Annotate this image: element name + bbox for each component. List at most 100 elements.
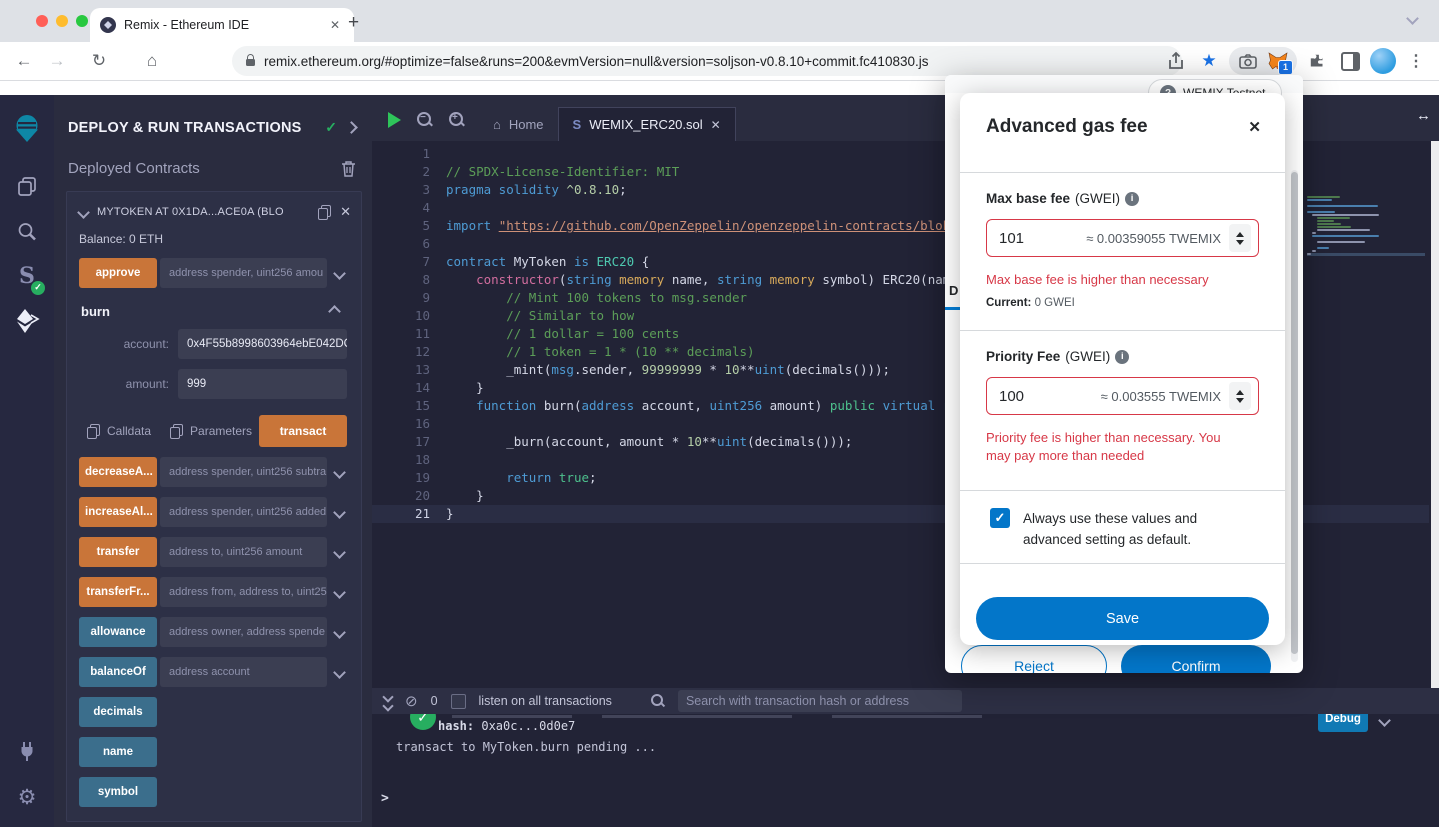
tab-close-icon[interactable]: ✕ — [711, 118, 721, 132]
transact-button[interactable]: transact — [259, 415, 347, 447]
priority-fee-input[interactable]: 100 ≈ 0.003555 TWEMIX — [986, 377, 1259, 415]
contract-function-row: name — [79, 737, 351, 767]
editor-minimap[interactable] — [1307, 193, 1425, 256]
editor-scrollbar[interactable] — [1431, 141, 1439, 688]
function-args-input[interactable]: address account — [160, 657, 327, 687]
expand-chevron-icon[interactable] — [327, 508, 351, 517]
save-button[interactable]: Save — [976, 597, 1269, 640]
run-script-play-icon[interactable] — [388, 112, 401, 128]
settings-gear-icon[interactable]: ⚙ — [0, 785, 54, 810]
function-transferFr-button[interactable]: transferFr... — [79, 577, 157, 607]
terminal-expand-icon[interactable] — [384, 693, 392, 710]
screenshot-extension-icon[interactable] — [1235, 48, 1261, 74]
priority-fee-stepper[interactable] — [1229, 382, 1251, 410]
terminal-prompt[interactable]: > — [381, 791, 389, 806]
expand-chevron-icon[interactable] — [327, 468, 351, 477]
amount-field-input[interactable]: 999 — [178, 369, 347, 399]
confirm-button[interactable]: Confirm — [1121, 645, 1271, 673]
copy-parameters-icon[interactable] — [170, 424, 183, 439]
parameters-label[interactable]: Parameters — [190, 424, 252, 438]
new-tab-button[interactable]: + — [348, 12, 359, 34]
window-zoom-button[interactable] — [76, 15, 88, 27]
info-icon[interactable]: i — [1125, 192, 1139, 206]
tab-search-chevron-icon[interactable] — [1408, 10, 1417, 28]
default-setting-checkbox[interactable]: ✓ — [990, 508, 1010, 528]
function-increaseAl-button[interactable]: increaseAl... — [79, 497, 157, 527]
tx-hash-line[interactable]: hash: 0xa0c...0d0e7 — [438, 719, 575, 733]
max-base-fee-input[interactable]: 101 ≈ 0.00359055 TWEMIX — [986, 219, 1259, 257]
side-panel-icon[interactable] — [1337, 48, 1363, 74]
remove-contract-icon[interactable]: ✕ — [340, 204, 351, 220]
function-args-input[interactable]: address spender, uint256 added — [160, 497, 327, 527]
metamask-extension-icon[interactable]: 1 — [1265, 48, 1291, 74]
url-bar[interactable]: remix.ethereum.org/#optimize=false&runs=… — [232, 46, 1182, 76]
extensions-puzzle-icon[interactable] — [1304, 48, 1330, 74]
clear-console-icon[interactable]: ⊘ — [405, 692, 418, 710]
back-button[interactable]: ← — [12, 51, 36, 71]
approve-expand-chevron-icon[interactable] — [327, 269, 351, 278]
resize-horizontal-icon[interactable]: ↔ — [1416, 107, 1431, 124]
remix-logo-icon[interactable] — [0, 113, 54, 145]
terminal-toolbar: ⊘ 0 listen on all transactions Search wi… — [372, 688, 1439, 714]
share-icon[interactable] — [1163, 48, 1189, 74]
function-decreaseA-button[interactable]: decreaseA... — [79, 457, 157, 487]
function-approve-button[interactable]: approve — [79, 258, 157, 288]
function-name-button[interactable]: name — [79, 737, 157, 767]
copy-calldata-icon[interactable] — [87, 424, 100, 439]
tab-wemix-erc20[interactable]: S WEMIX_ERC20.sol ✕ — [558, 107, 736, 141]
function-transfer-button[interactable]: transfer — [79, 537, 157, 567]
tab-home[interactable]: ⌂ Home — [479, 108, 558, 141]
forward-button[interactable]: → — [45, 51, 69, 71]
reload-button[interactable]: ↻ — [87, 51, 111, 71]
log-expand-chevron-icon[interactable] — [1380, 712, 1389, 730]
account-field-input[interactable]: 0x4F55b8998603964ebE042DC — [178, 329, 347, 359]
expand-chevron-icon[interactable] — [327, 628, 351, 637]
burn-collapse-chevron-icon[interactable] — [328, 305, 341, 318]
function-args-input[interactable]: address spender, uint256 subtra — [160, 457, 327, 487]
zoom-out-icon[interactable]: − — [417, 112, 433, 128]
burn-account-row: account: 0x4F55b8998603964ebE042DC — [67, 329, 347, 359]
metamask-scrollbar[interactable] — [1291, 170, 1298, 662]
panel-collapse-chevron-icon[interactable] — [345, 121, 358, 134]
function-args-input[interactable]: address to, uint256 amount — [160, 537, 327, 567]
max-base-fee-stepper[interactable] — [1229, 224, 1251, 252]
function-symbol-button[interactable]: symbol — [79, 777, 157, 807]
function-args-input[interactable]: address from, address to, uint25 — [160, 577, 327, 607]
terminal-search-input[interactable]: Search with transaction hash or address — [678, 690, 962, 712]
dialog-close-icon[interactable]: ✕ — [1248, 118, 1261, 136]
deployed-contract-card: MYTOKEN AT 0X1DA...ACE0A (BLO ✕ Balance:… — [66, 191, 362, 822]
profile-avatar[interactable] — [1370, 48, 1396, 74]
workspaces-icon[interactable] — [0, 175, 54, 197]
function-decimals-button[interactable]: decimals — [79, 697, 157, 727]
window-close-button[interactable] — [36, 15, 48, 27]
approve-args-input[interactable]: address spender, uint256 amou — [160, 258, 327, 288]
expand-chevron-icon[interactable] — [327, 548, 351, 557]
info-icon[interactable]: i — [1115, 350, 1129, 364]
window-minimize-button[interactable] — [56, 15, 68, 27]
details-tab-fragment[interactable]: D — [949, 283, 958, 298]
reject-button[interactable]: Reject — [961, 645, 1107, 673]
tab-close-icon[interactable]: ✕ — [326, 16, 344, 34]
tx-pending-line: transact to MyToken.burn pending ... — [396, 740, 656, 754]
function-balanceOf-button[interactable]: balanceOf — [79, 657, 157, 687]
calldata-label[interactable]: Calldata — [107, 424, 151, 438]
bookmark-star-icon[interactable]: ★ — [1196, 48, 1222, 74]
home-button[interactable]: ⌂ — [140, 51, 164, 71]
lock-icon — [246, 59, 255, 66]
expand-chevron-icon[interactable] — [327, 588, 351, 597]
search-icon[interactable] — [0, 221, 54, 243]
browser-menu-icon[interactable]: ⋮ — [1403, 48, 1429, 74]
function-allowance-button[interactable]: allowance — [79, 617, 157, 647]
plugin-manager-icon[interactable] — [0, 740, 54, 762]
listen-all-checkbox[interactable] — [451, 694, 466, 709]
zoom-in-icon[interactable]: + — [449, 112, 465, 128]
function-args-input[interactable]: address owner, address spende — [160, 617, 327, 647]
trash-icon[interactable] — [341, 160, 356, 177]
copy-address-icon[interactable] — [318, 205, 331, 220]
contract-collapse-chevron-icon[interactable] — [77, 206, 90, 219]
expand-chevron-icon[interactable] — [327, 668, 351, 677]
default-setting-label: Always use these values and advanced set… — [1023, 508, 1251, 550]
deploy-and-run-icon[interactable] — [0, 307, 54, 335]
browser-tab[interactable]: Remix - Ethereum IDE ✕ — [90, 8, 354, 42]
solidity-compiler-icon[interactable]: S ✓ — [0, 263, 54, 289]
